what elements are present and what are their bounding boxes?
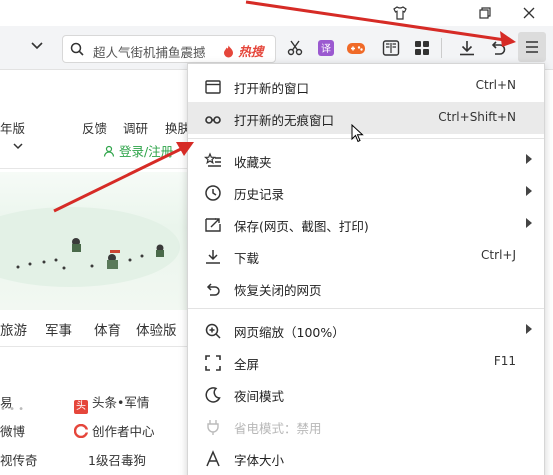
- submenu-arrow-icon: [526, 154, 532, 164]
- menu-item-shortcut: Ctrl+Shift+N: [438, 110, 516, 124]
- restore-icon[interactable]: [462, 0, 508, 26]
- menu-item-zoom[interactable]: 网页缩放（100%）: [188, 314, 544, 346]
- menu-item-favorites[interactable]: 收藏夹: [188, 144, 544, 176]
- zoom-icon: [204, 322, 222, 340]
- favorites-icon: [204, 152, 222, 170]
- search-icon: [69, 41, 85, 57]
- menu-item-label: 保存(网页、截图、打印): [234, 219, 369, 234]
- history-icon: [204, 184, 222, 202]
- section-divider: [0, 346, 187, 347]
- undo-icon[interactable]: [488, 38, 508, 58]
- main-menu-dropdown: 打开新的窗口 Ctrl+N 打开新的无痕窗口 Ctrl+Shift+N 收藏夹 …: [187, 63, 545, 475]
- list-item[interactable]: 1级召毒狗: [88, 450, 146, 469]
- menu-separator: [188, 138, 544, 139]
- headline-icon: 头: [74, 400, 88, 414]
- menu-item-new-incognito-window[interactable]: 打开新的无痕窗口 Ctrl+Shift+N: [188, 102, 544, 134]
- menu-item-label: 收藏夹: [234, 155, 272, 170]
- list-item-label: 头条•军情: [91, 395, 150, 410]
- toolbar-divider: [441, 38, 442, 58]
- list-item[interactable]: 微博: [0, 421, 25, 440]
- submenu-arrow-icon: [526, 218, 532, 228]
- menu-item-label: 恢复关闭的网页: [234, 283, 322, 298]
- menu-item-downloads[interactable]: 下载 Ctrl+J: [188, 240, 544, 272]
- menu-item-label: 字体大小: [234, 453, 285, 468]
- scissors-icon[interactable]: [285, 38, 305, 58]
- submenu-arrow-icon: [526, 324, 532, 334]
- address-bar-tail[interactable]: [0, 35, 58, 61]
- menu-item-label: 历史记录: [234, 187, 285, 202]
- list-item-label: 创作者中心: [91, 424, 155, 439]
- menu-icon[interactable]: [518, 32, 546, 62]
- user-icon: [103, 145, 115, 157]
- menu-item-label: 打开新的窗口: [234, 81, 310, 96]
- title-bar: [0, 0, 553, 26]
- menu-item-save[interactable]: 保存(网页、截图、打印): [188, 208, 544, 240]
- nav-beta[interactable]: 体验版: [136, 319, 177, 339]
- menu-item-font-size[interactable]: 字体大小: [188, 442, 544, 474]
- shirt-icon[interactable]: [377, 0, 423, 26]
- new-window-icon: [204, 78, 222, 96]
- menu-item-label: 网页缩放（100%）: [234, 325, 345, 340]
- menu-item-fullscreen[interactable]: 全屏 F11: [188, 346, 544, 378]
- apps-icon[interactable]: [412, 38, 432, 58]
- login-label: 登录/注册: [118, 144, 174, 159]
- reader-icon[interactable]: [381, 38, 401, 58]
- list-item[interactable]: 创作者中心: [73, 421, 155, 440]
- menu-item-label: 全屏: [234, 357, 260, 372]
- menu-item-shortcut: F11: [493, 354, 516, 368]
- download-icon: [204, 248, 222, 266]
- save-icon: [204, 216, 222, 234]
- menu-item-night-mode[interactable]: 夜间模式: [188, 378, 544, 410]
- nav-travel[interactable]: 旅游: [0, 319, 27, 339]
- incognito-icon: [204, 110, 222, 128]
- nav-sports[interactable]: 体育: [94, 319, 121, 339]
- game-icon[interactable]: [346, 38, 366, 58]
- submenu-arrow-icon: [526, 186, 532, 196]
- menu-item-label: 省电模式：禁用: [234, 421, 322, 436]
- hot-search-label: 热搜: [238, 44, 264, 59]
- hot-search-tag[interactable]: 热搜: [223, 41, 263, 60]
- close-icon[interactable]: [506, 0, 552, 26]
- hero-image: [0, 172, 187, 310]
- power-save-icon: [204, 418, 222, 436]
- list-item[interactable]: 头 头条•军情: [74, 392, 149, 414]
- dot-separator: • • •: [0, 404, 25, 415]
- top-link-feedback[interactable]: 反馈: [82, 118, 107, 137]
- svg-text:译: 译: [321, 43, 331, 55]
- top-link-version[interactable]: 年版: [0, 118, 25, 137]
- menu-item-shortcut: Ctrl+N: [475, 78, 516, 92]
- top-link-survey[interactable]: 调研: [123, 118, 148, 137]
- chevron-down-icon[interactable]: [30, 38, 44, 56]
- fullscreen-icon: [204, 354, 222, 372]
- search-box[interactable]: 超人气街机捕鱼震撼 热搜: [62, 35, 276, 63]
- menu-item-power-save: 省电模式：禁用: [188, 410, 544, 442]
- login-link[interactable]: 登录/注册: [103, 141, 173, 160]
- restore-tab-icon: [204, 280, 222, 298]
- list-item[interactable]: 视传奇: [0, 450, 38, 469]
- chevron-down-icon[interactable]: [12, 140, 24, 155]
- night-mode-icon: [204, 386, 222, 404]
- menu-item-label: 下载: [234, 251, 260, 266]
- translate-icon[interactable]: 译: [316, 38, 336, 58]
- menu-item-new-window[interactable]: 打开新的窗口 Ctrl+N: [188, 70, 544, 102]
- nav-military[interactable]: 军事: [45, 319, 72, 339]
- menu-item-label: 夜间模式: [234, 389, 285, 404]
- section-divider: [0, 168, 187, 169]
- menu-item-shortcut: Ctrl+J: [481, 248, 516, 262]
- menu-item-label: 打开新的无痕窗口: [234, 113, 335, 128]
- menu-item-reopen-closed[interactable]: 恢复关闭的网页: [188, 272, 544, 304]
- mouse-cursor: [351, 123, 365, 147]
- flame-icon: [224, 45, 233, 58]
- font-size-icon: [204, 450, 222, 468]
- menu-separator: [188, 308, 544, 309]
- download-icon[interactable]: [457, 38, 477, 58]
- search-placeholder: 超人气街机捕鱼震撼: [93, 45, 206, 60]
- menu-item-history[interactable]: 历史记录: [188, 176, 544, 208]
- creator-icon: [73, 423, 89, 439]
